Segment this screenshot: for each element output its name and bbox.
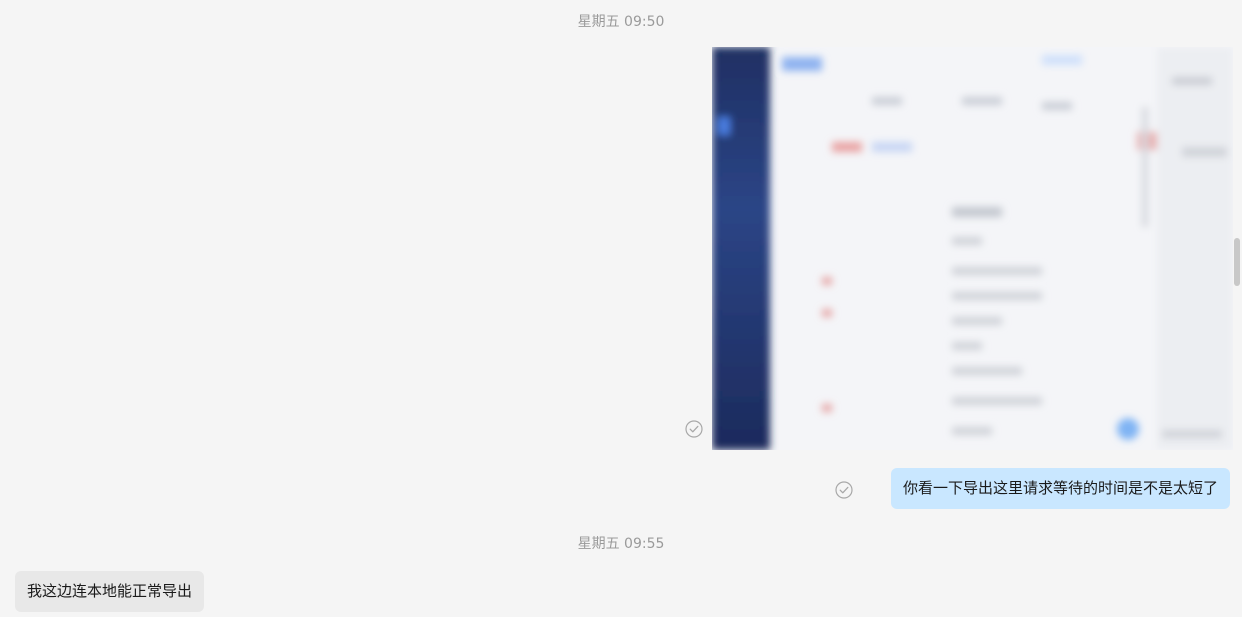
chat-message-list: 星期五 09:50 你看一下导出这里请求等待的时间是不是太短了 星期五 09:5… (0, 0, 1242, 617)
outgoing-message-bubble[interactable]: 你看一下导出这里请求等待的时间是不是太短了 (890, 468, 1230, 509)
scrollbar[interactable] (1232, 0, 1242, 617)
scrollbar-thumb[interactable] (1234, 238, 1240, 286)
check-circle-icon (835, 481, 853, 499)
image-message[interactable] (712, 47, 1233, 450)
message-timestamp: 星期五 09:55 (577, 536, 665, 552)
blurred-screenshot-image (712, 47, 1233, 450)
check-circle-icon (685, 420, 703, 438)
incoming-message-bubble[interactable]: 我这边连本地能正常导出 (15, 571, 205, 612)
message-timestamp: 星期五 09:50 (577, 14, 665, 30)
